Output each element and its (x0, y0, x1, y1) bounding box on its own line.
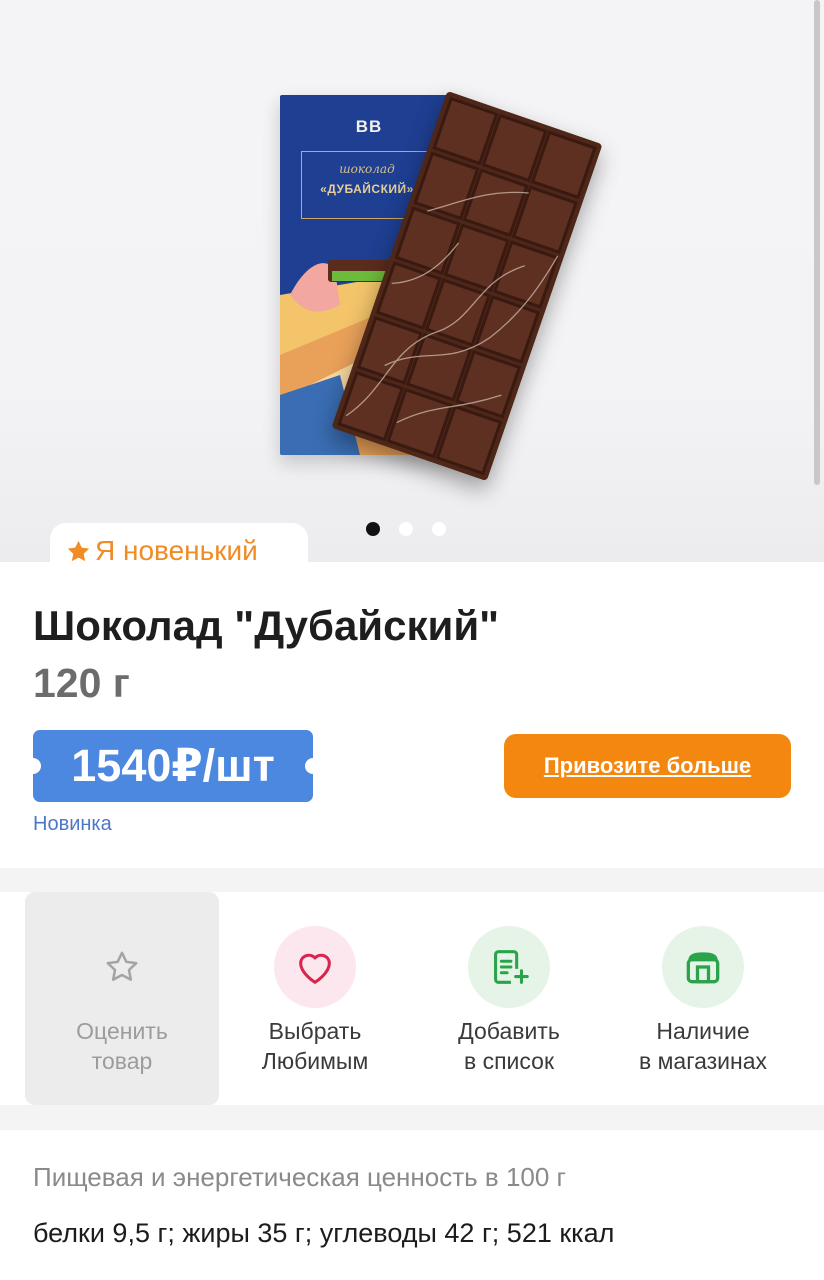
store-label-1: Наличие (656, 1018, 750, 1044)
nutrition-title: Пищевая и энергетическая ценность в 100 … (33, 1162, 567, 1192)
star-outline-icon (106, 951, 138, 981)
star-icon (67, 540, 90, 561)
bring-more-button[interactable]: Привозите больше (504, 734, 791, 798)
rate-product-button[interactable]: Оценить товар (25, 892, 219, 1105)
carousel-dot-1[interactable] (366, 522, 380, 536)
product-image-carousel[interactable]: BB шоколад «ДУБАЙСКИЙ» Я новенький (0, 0, 824, 562)
product-actions: Оценить товар Выбрать Любимым Добавить в… (0, 892, 824, 1105)
favorite-label-2: Любимым (261, 1048, 369, 1074)
product-info: Шоколад "Дубайский" 120 г 1540₽/шт Новин… (0, 562, 824, 868)
carousel-pagination[interactable] (366, 521, 446, 537)
carousel-dot-2[interactable] (399, 522, 413, 536)
section-divider (0, 868, 824, 892)
badge-text: Я новенький (95, 535, 258, 562)
product-title: Шоколад "Дубайский" (33, 602, 500, 649)
favorite-label-1: Выбрать (268, 1018, 362, 1044)
rate-label-1: Оценить (76, 1018, 168, 1044)
add-to-list-label-1: Добавить (458, 1018, 560, 1044)
product-weight: 120 г (33, 660, 130, 706)
add-to-list-button[interactable]: Добавить в список (412, 892, 606, 1105)
favorite-button[interactable]: Выбрать Любимым (218, 892, 412, 1105)
product-tag: Новинка (33, 813, 112, 835)
rate-label-2: товар (91, 1048, 153, 1074)
carousel-dot-3[interactable] (432, 522, 446, 536)
store-icon (686, 952, 720, 984)
package-label-small: шоколад (339, 162, 395, 176)
price-value: 1540₽/шт (71, 740, 275, 791)
list-add-icon (494, 950, 529, 984)
image-scrollbar (814, 0, 820, 485)
add-to-list-label-2: в список (463, 1048, 555, 1074)
section-divider-2 (0, 1105, 824, 1130)
price-tag: 1540₽/шт (25, 730, 321, 802)
store-label-2: в магазинах (638, 1048, 768, 1074)
new-product-badge: Я новенький (50, 523, 308, 562)
heart-icon (299, 953, 331, 984)
nutrition-values: белки 9,5 г; жиры 35 г; углеводы 42 г; 5… (33, 1218, 615, 1248)
store-availability-button[interactable]: Наличие в магазинах (606, 892, 800, 1105)
